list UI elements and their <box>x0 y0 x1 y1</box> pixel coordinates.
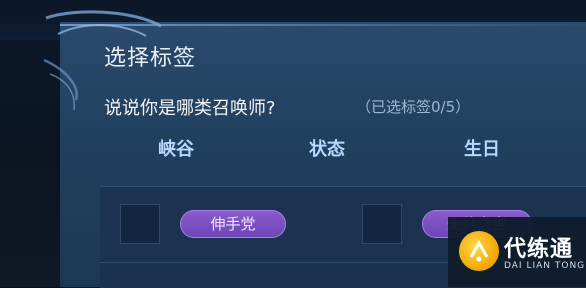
tab-status[interactable]: 状态 <box>309 135 345 161</box>
tab-canyon[interactable]: 峡谷 <box>158 135 194 161</box>
question-text: 说说你是哪类召唤师? <box>104 98 276 119</box>
watermark-logo: 代练通 DAI LIAN TONG <box>448 217 586 287</box>
tag-checkbox[interactable] <box>362 204 402 244</box>
tag-chip[interactable]: 伸手党 <box>180 210 286 238</box>
tab-birthday[interactable]: 生日 <box>464 135 500 161</box>
tag-checkbox[interactable] <box>120 204 160 244</box>
selection-count-hint: （已选标签0/5） <box>356 98 471 116</box>
watermark-subtitle: DAI LIAN TONG <box>504 261 586 271</box>
logo-mark-icon <box>459 231 499 271</box>
watermark-name: 代练通 <box>504 237 574 262</box>
dialog-title: 选择标签 <box>104 46 197 71</box>
